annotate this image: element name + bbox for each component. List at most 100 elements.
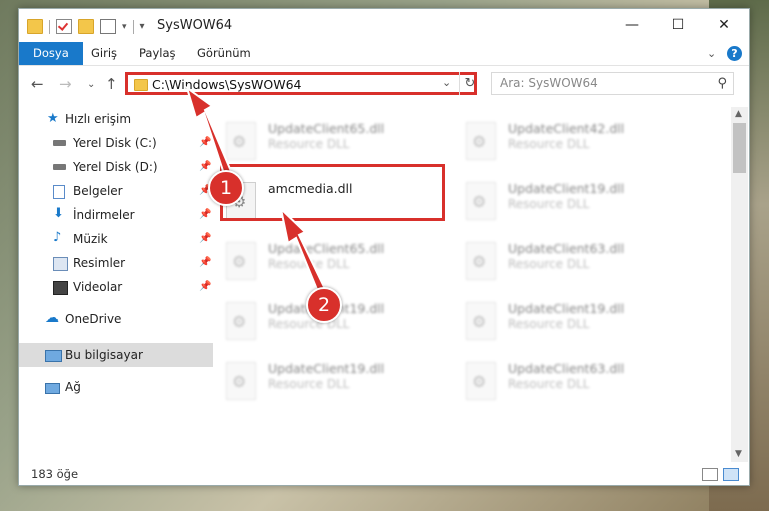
up-arrow-icon[interactable]: ↑	[105, 75, 118, 93]
divider	[49, 19, 50, 34]
file-name: UpdateClient42.dll	[508, 121, 625, 136]
dll-file-icon	[226, 302, 256, 340]
chevron-down-icon[interactable]: ▾	[122, 22, 127, 32]
address-dropdown-icon[interactable]: ⌄	[442, 76, 451, 89]
annotation-badge-1: 1	[208, 170, 244, 206]
tab-gorunum[interactable]: Görünüm	[187, 42, 261, 65]
properties-check-icon[interactable]	[56, 19, 72, 34]
pin-icon[interactable]: 📌	[199, 275, 211, 299]
sidebar-item-label: Resimler	[73, 256, 126, 270]
sidebar-item-quick-access[interactable]: ★ Hızlı erişim	[19, 107, 213, 131]
file-item[interactable]: UpdateClient65.dll Resource DLL	[216, 237, 436, 287]
computer-icon	[45, 350, 62, 362]
pin-icon[interactable]: 📌	[199, 131, 211, 155]
sidebar-item-documents[interactable]: Belgeler 📌	[19, 179, 213, 203]
file-item[interactable]: UpdateClient19.dll Resource DLL	[216, 357, 436, 407]
folder-icon	[27, 19, 43, 34]
details-view-icon[interactable]	[702, 468, 718, 481]
customize-toolbar-icon[interactable]: ▾	[140, 21, 145, 32]
search-input[interactable]: Ara: SysWOW64 ⚲	[491, 72, 734, 95]
quick-access-toolbar: ▾ ▾	[27, 19, 145, 34]
pin-icon[interactable]: 📌	[199, 203, 211, 227]
documents-icon	[53, 185, 65, 199]
address-bar[interactable]: C:\Windows\SysWOW64 ⌄ ↻	[125, 72, 477, 95]
scroll-up-icon[interactable]: ▲	[735, 109, 742, 119]
pictures-icon	[53, 257, 68, 271]
tab-giris[interactable]: Giriş	[81, 42, 127, 65]
help-icon[interactable]: ?	[727, 46, 742, 61]
file-type: Resource DLL	[508, 137, 590, 151]
music-icon: ♪	[53, 230, 62, 245]
file-name: UpdateClient63.dll	[508, 361, 625, 376]
expand-ribbon-icon[interactable]: ⌄	[707, 47, 716, 60]
dll-file-icon	[226, 122, 256, 160]
file-name: UpdateClient65.dll	[268, 121, 385, 136]
pin-icon[interactable]: 📌	[199, 251, 211, 275]
file-item[interactable]: UpdateClient65.dll Resource DLL	[216, 117, 436, 167]
back-arrow-icon[interactable]: ←	[31, 75, 44, 93]
file-name: UpdateClient63.dll	[508, 241, 625, 256]
sidebar-item-pictures[interactable]: Resimler 📌	[19, 251, 213, 275]
videos-icon	[53, 281, 68, 295]
file-item[interactable]: UpdateClient42.dll Resource DLL	[456, 117, 676, 167]
highlight-box-amcmedia	[220, 164, 445, 221]
close-button[interactable]: ✕	[701, 9, 747, 41]
file-item[interactable]: UpdateClient63.dll Resource DLL	[456, 237, 676, 287]
annotation-badge-2: 2	[306, 287, 342, 323]
vertical-scrollbar[interactable]: ▲ ▼	[731, 107, 748, 462]
file-item[interactable]: UpdateClient19.dll Resource DLL	[456, 297, 676, 347]
file-name: UpdateClient19.dll	[508, 181, 625, 196]
sidebar-item-music[interactable]: ♪ Müzik 📌	[19, 227, 213, 251]
ribbon-tabs: Dosya Giriş Paylaş Görünüm ⌄ ?	[19, 42, 749, 66]
dll-file-icon	[226, 242, 256, 280]
sidebar-item-network[interactable]: Ağ	[19, 375, 213, 399]
file-type: Resource DLL	[268, 137, 350, 151]
star-icon: ★	[47, 111, 59, 126]
dll-file-icon	[466, 362, 496, 400]
title-bar: ▾ ▾ SysWOW64 — ☐ ✕	[19, 9, 749, 42]
scroll-thumb[interactable]	[733, 123, 746, 173]
tab-dosya[interactable]: Dosya	[19, 42, 83, 65]
download-icon: ⬇	[53, 206, 64, 221]
new-folder-icon[interactable]	[78, 19, 94, 34]
dll-file-icon	[466, 242, 496, 280]
file-explorer-window: ▾ ▾ SysWOW64 — ☐ ✕ Dosya Giriş Paylaş Gö…	[18, 8, 750, 486]
properties-icon[interactable]	[100, 19, 116, 34]
sidebar-item-label: İndirmeler	[73, 208, 135, 222]
sidebar-item-downloads[interactable]: ⬇ İndirmeler 📌	[19, 203, 213, 227]
sidebar-item-onedrive[interactable]: ☁ OneDrive	[19, 307, 213, 331]
sidebar-item-label: Videolar	[73, 280, 123, 294]
drive-icon	[53, 164, 66, 170]
file-type: Resource DLL	[268, 257, 350, 271]
pin-icon[interactable]: 📌	[199, 227, 211, 251]
search-placeholder: Ara: SysWOW64	[500, 76, 598, 90]
file-type: Resource DLL	[508, 197, 590, 211]
file-type: Resource DLL	[508, 317, 590, 331]
file-list: UpdateClient65.dll Resource DLL UpdateCl…	[216, 107, 731, 462]
large-icons-view-icon[interactable]	[723, 468, 739, 481]
pin-icon[interactable]: 📌	[199, 155, 211, 179]
file-type: Resource DLL	[508, 377, 590, 391]
scroll-down-icon[interactable]: ▼	[735, 449, 742, 459]
sidebar-item-videos[interactable]: Videolar 📌	[19, 275, 213, 299]
sidebar-item-this-pc[interactable]: Bu bilgisayar	[19, 343, 213, 367]
file-name: UpdateClient19.dll	[268, 361, 385, 376]
file-type: Resource DLL	[508, 257, 590, 271]
recent-locations-icon[interactable]: ⌄	[87, 79, 95, 90]
sidebar-item-local-disk-d[interactable]: Yerel Disk (D:) 📌	[19, 155, 213, 179]
folder-icon	[134, 79, 148, 91]
file-item[interactable]: UpdateClient63.dll Resource DLL	[456, 357, 676, 407]
dll-file-icon	[226, 362, 256, 400]
dll-file-icon	[466, 302, 496, 340]
status-bar: 183 öğe	[19, 463, 749, 485]
item-count: 183 öğe	[31, 467, 79, 481]
minimize-button[interactable]: —	[609, 9, 655, 41]
maximize-button[interactable]: ☐	[655, 9, 701, 41]
file-item[interactable]: UpdateClient19.dll Resource DLL	[456, 177, 676, 227]
dll-file-icon	[466, 182, 496, 220]
refresh-icon[interactable]: ↻	[459, 72, 480, 95]
tab-paylas[interactable]: Paylaş	[129, 42, 186, 65]
sidebar-item-local-disk-c[interactable]: Yerel Disk (C:) 📌	[19, 131, 213, 155]
search-icon[interactable]: ⚲	[717, 76, 727, 91]
forward-arrow-icon[interactable]: →	[59, 75, 72, 93]
